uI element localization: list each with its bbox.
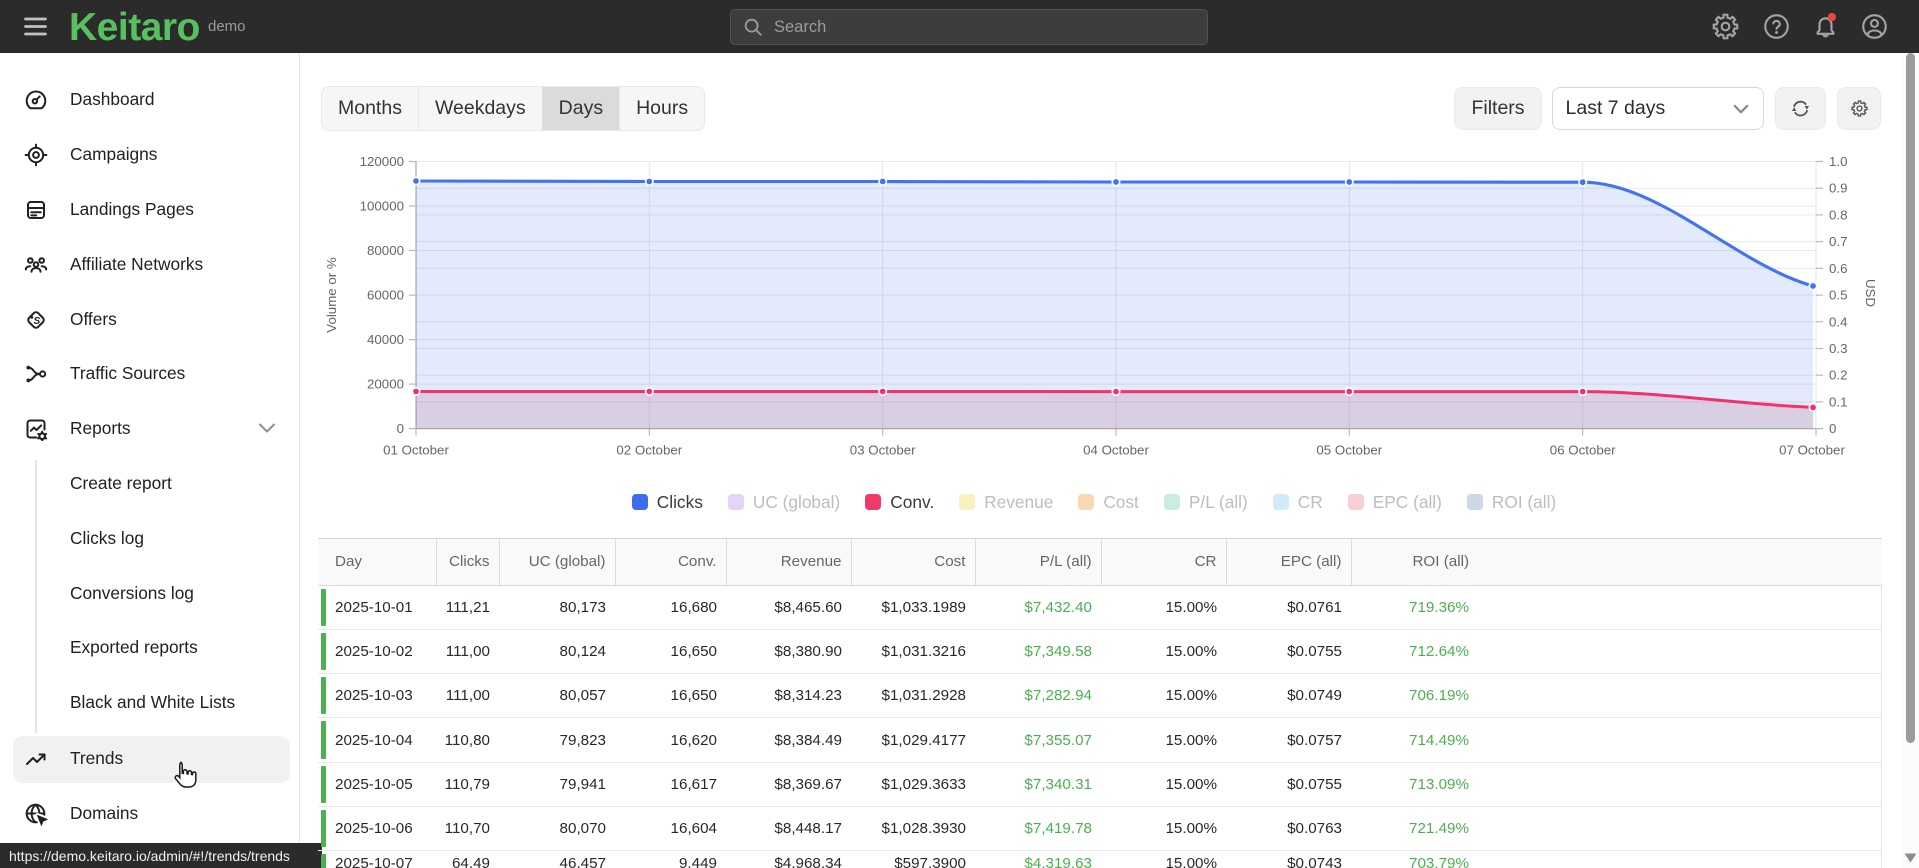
svg-text:0.6: 0.6 <box>1829 261 1848 276</box>
svg-text:0.5: 0.5 <box>1829 288 1848 303</box>
svg-text:0.1: 0.1 <box>1829 394 1848 409</box>
svg-text:20000: 20000 <box>367 377 404 392</box>
svg-text:02 October: 02 October <box>616 443 682 458</box>
svg-text:0: 0 <box>397 421 404 436</box>
svg-text:01 October: 01 October <box>383 443 449 458</box>
svg-text:0.9: 0.9 <box>1829 181 1848 196</box>
svg-text:100000: 100000 <box>360 199 404 214</box>
svg-text:04 October: 04 October <box>1083 443 1149 458</box>
svg-text:0.3: 0.3 <box>1829 341 1848 356</box>
svg-text:07 October: 07 October <box>1779 443 1845 458</box>
svg-text:1.0: 1.0 <box>1829 154 1848 169</box>
svg-text:S: S <box>33 315 40 326</box>
svg-text:USD: USD <box>1863 279 1878 307</box>
svg-text:0: 0 <box>1829 421 1836 436</box>
svg-text:06 October: 06 October <box>1550 443 1616 458</box>
svg-text:05 October: 05 October <box>1316 443 1382 458</box>
svg-text:80000: 80000 <box>367 243 404 258</box>
svg-text:60000: 60000 <box>367 288 404 303</box>
svg-text:03 October: 03 October <box>850 443 916 458</box>
svg-text:Volume or %: Volume or % <box>324 257 339 333</box>
svg-text:0.4: 0.4 <box>1829 314 1848 329</box>
svg-text:120000: 120000 <box>360 154 404 169</box>
svg-text:0.2: 0.2 <box>1829 368 1848 383</box>
svg-text:40000: 40000 <box>367 332 404 347</box>
svg-text:0.7: 0.7 <box>1829 234 1848 249</box>
svg-text:0.8: 0.8 <box>1829 207 1848 222</box>
